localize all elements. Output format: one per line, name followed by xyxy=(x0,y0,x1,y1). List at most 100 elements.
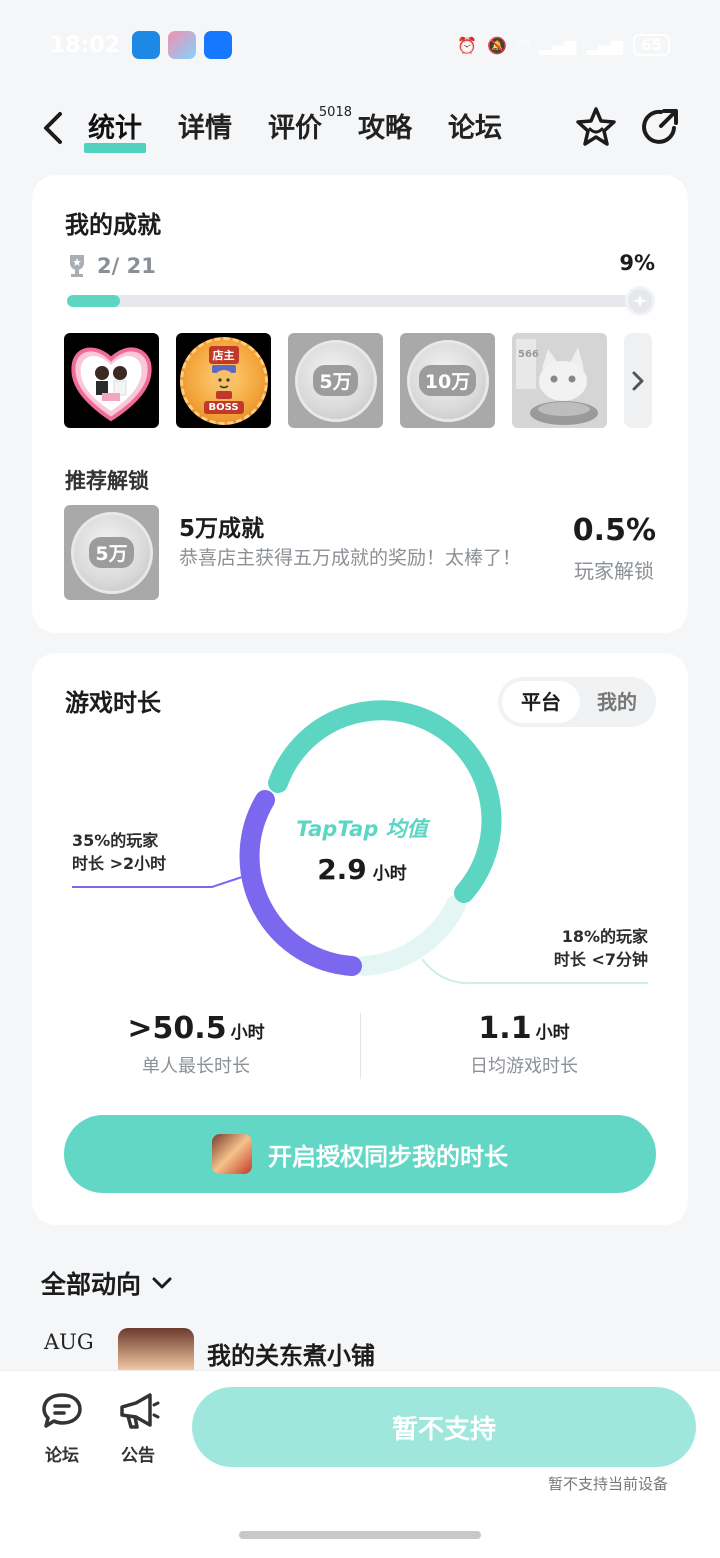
game-avatar xyxy=(212,1134,252,1174)
share-icon xyxy=(642,109,678,144)
boss-coin-top-text: 店主 xyxy=(208,345,239,364)
ring-segment-under-7min xyxy=(354,895,466,976)
achievements-card: 我的成就 2/ 21 9% 店主 BOSS 5万 10万 566 推荐解锁 5万… xyxy=(32,175,688,633)
activity-item-name[interactable]: 我的关东煮小铺 xyxy=(207,1336,375,1371)
share-button[interactable] xyxy=(638,105,682,149)
coin-label: 5万 xyxy=(89,537,134,568)
stat-daily-playtime: 1.1 小时 日均游戏时长 xyxy=(360,1011,688,1078)
cat-icon xyxy=(512,333,607,428)
stat-unit: 小时 xyxy=(230,1023,265,1043)
achievement-badge-cat[interactable]: 566 xyxy=(512,333,607,428)
coin-icon: 10万 xyxy=(406,339,489,422)
chevron-right-icon xyxy=(632,371,644,390)
stat-label: 日均游戏时长 xyxy=(470,1056,578,1077)
achievement-count: 2/ 21 xyxy=(65,253,156,279)
average-playtime-unit: 小时 xyxy=(372,864,407,884)
cat-shopkeeper-icon xyxy=(211,364,236,399)
coin-icon: 5万 xyxy=(70,511,153,594)
ring-center: TapTap 均值 2.9 小时 xyxy=(262,813,462,886)
cat-badge-text: 566 xyxy=(518,349,539,360)
more-badges-button[interactable] xyxy=(624,333,652,428)
battery-indicator: 65 xyxy=(633,34,670,56)
home-indicator[interactable] xyxy=(239,1531,481,1539)
stat-label: 单人最长时长 xyxy=(142,1056,250,1077)
note-over-2h: 35%的玩家 时长 >2小时 xyxy=(72,829,166,875)
recommend-name: 5万成就 xyxy=(179,516,265,542)
notice-label: 公告 xyxy=(121,1446,155,1466)
average-playtime: 2.9 小时 xyxy=(262,853,462,886)
coin-label: 5万 xyxy=(313,365,358,396)
status-bar: 18:02 ⏰ 🔕 ◠ ▂▄▆ ▂▄▆ 65 xyxy=(0,0,720,90)
stat-longest-playtime: >50.5 小时 单人最长时长 xyxy=(32,1011,360,1078)
active-tab-indicator xyxy=(84,143,146,153)
achievement-percent: 9% xyxy=(619,251,655,275)
tab-reviews[interactable]: 评价 5018 xyxy=(268,105,352,149)
tab-label: 评价 xyxy=(268,113,322,144)
unsupported-button[interactable]: 暂不支持 xyxy=(192,1387,696,1467)
signal-icon-2: ▂▄▆ xyxy=(586,35,624,55)
recommend-title: 推荐解锁 xyxy=(65,469,149,493)
achievement-badge-wedding[interactable] xyxy=(64,333,159,428)
status-indicators: ⏰ 🔕 ◠ ▂▄▆ ▂▄▆ 65 xyxy=(457,34,670,56)
activity-month: AUG xyxy=(44,1330,94,1354)
playtime-stats: >50.5 小时 单人最长时长 1.1 小时 日均游戏时长 xyxy=(32,1011,688,1091)
alipay-icon xyxy=(204,31,233,59)
tab-bar: 统计 详情 评价 5018 攻略 论坛 xyxy=(84,105,538,153)
star-icon xyxy=(576,107,616,146)
note-under-7min: 18%的玩家 时长 <7分钟 xyxy=(554,925,648,971)
review-count-badge: 5018 xyxy=(318,105,352,120)
tab-guides[interactable]: 攻略 xyxy=(358,109,412,149)
unsupported-label: 暂不支持 xyxy=(391,1414,496,1445)
leader-line-left xyxy=(72,876,243,888)
favorite-button[interactable] xyxy=(574,105,618,149)
tab-label: 统计 xyxy=(88,113,142,144)
sync-playtime-label: 开启授权同步我的时长 xyxy=(268,1142,508,1171)
stat-value: 1.1 小时 xyxy=(360,1011,688,1046)
tab-stats[interactable]: 统计 xyxy=(84,109,146,153)
playtime-card: 游戏时长 平台 我的 TapTap 均值 2.9 小时 35%的玩家 时长 >2小… xyxy=(32,653,688,1225)
status-time: 18:02 xyxy=(50,32,121,58)
recommend-achievement[interactable]: 5万 5万成就 恭喜店主获得五万成就的奖励！太棒了！ 0.5% 玩家解锁 xyxy=(64,505,656,600)
average-playtime-value: 2.9 xyxy=(317,853,367,886)
taptap-average-label: TapTap 均值 xyxy=(296,817,428,841)
tab-label: 论坛 xyxy=(448,113,502,144)
tab-details[interactable]: 详情 xyxy=(178,109,232,149)
recommend-unlock-percent: 0.5% xyxy=(572,513,656,548)
recommend-unlock-label: 玩家解锁 xyxy=(574,559,654,583)
bottom-action-bar: 论坛 公告 暂不支持 暂不支持当前设备 xyxy=(0,1370,720,1558)
achievements-title: 我的成就 xyxy=(65,211,161,239)
wifi-icon: ◠ xyxy=(516,35,530,55)
chevron-left-icon xyxy=(44,112,62,144)
alarm-icon: ⏰ xyxy=(457,35,478,55)
tab-label: 攻略 xyxy=(358,113,412,144)
back-button[interactable] xyxy=(38,111,68,145)
achievement-badge-10wan[interactable]: 10万 xyxy=(400,333,495,428)
achievement-badge-5wan[interactable]: 5万 xyxy=(288,333,383,428)
recommend-badge: 5万 xyxy=(64,505,159,600)
stat-number: 1.1 xyxy=(478,1011,532,1046)
heart-icon xyxy=(71,347,152,422)
note-under-7min-line1: 18%的玩家 xyxy=(561,927,648,946)
activity-filter[interactable]: 全部动向 xyxy=(41,1265,173,1301)
progress-end-icon xyxy=(625,286,655,316)
note-over-2h-line1: 35%的玩家 xyxy=(72,831,159,850)
chevron-down-icon xyxy=(152,1277,172,1289)
chat-bubble-icon xyxy=(42,1393,82,1428)
signal-icon: ▂▄▆ xyxy=(539,35,577,55)
mobile-app-icon xyxy=(132,31,161,59)
megaphone-icon xyxy=(120,1393,160,1429)
achievement-badges: 店主 BOSS 5万 10万 566 xyxy=(64,333,652,428)
top-nav: 统计 详情 评价 5018 攻略 论坛 xyxy=(0,95,720,165)
forum-button[interactable]: 论坛 xyxy=(32,1391,92,1466)
stat-unit: 小时 xyxy=(535,1023,570,1043)
notice-button[interactable]: 公告 xyxy=(108,1391,168,1466)
stat-value: >50.5 小时 xyxy=(32,1011,360,1046)
coin-icon: 5万 xyxy=(294,339,377,422)
achievement-progress-fill xyxy=(67,295,120,307)
sync-playtime-button[interactable]: 开启授权同步我的时长 xyxy=(64,1115,656,1193)
unsupported-device-note: 暂不支持当前设备 xyxy=(547,1475,668,1493)
sparkle-icon xyxy=(633,294,647,308)
game-app-icon xyxy=(168,31,197,59)
tab-forum[interactable]: 论坛 xyxy=(448,109,502,149)
achievement-badge-boss[interactable]: 店主 BOSS xyxy=(176,333,271,428)
